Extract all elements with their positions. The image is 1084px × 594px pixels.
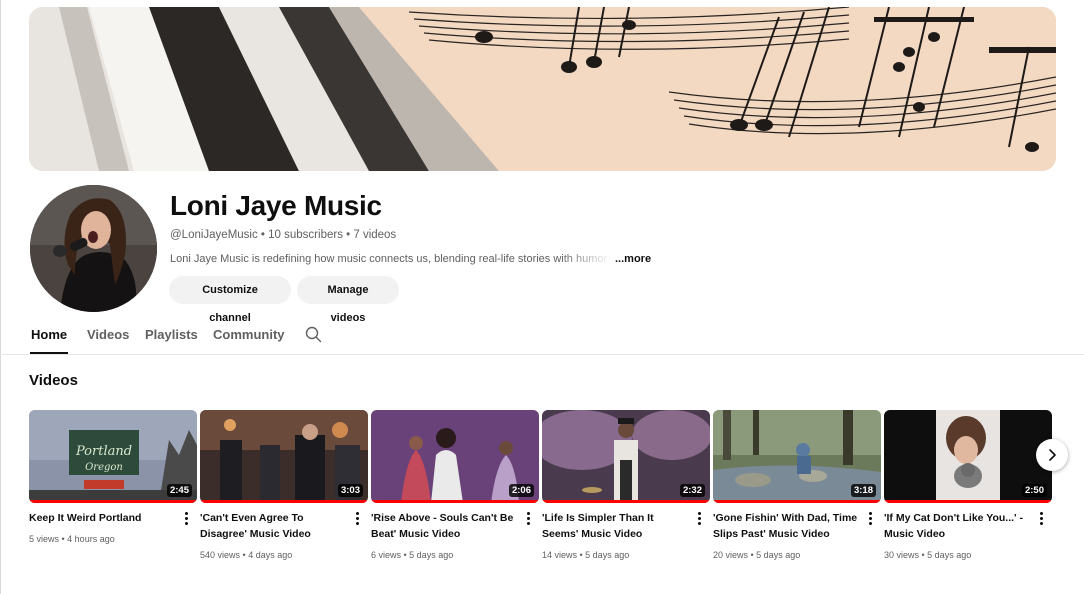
active-tab-indicator <box>30 352 68 354</box>
channel-banner <box>29 7 1056 171</box>
channel-avatar[interactable] <box>30 185 157 312</box>
video-views: 20 views <box>713 550 749 560</box>
next-videos-button[interactable] <box>1036 439 1068 471</box>
video-views: 14 views <box>542 550 578 560</box>
video-age: 5 days ago <box>409 550 454 560</box>
tab-videos[interactable]: Videos <box>87 327 129 342</box>
customize-channel-button[interactable]: Customize channel <box>169 276 291 324</box>
more-vert-icon[interactable] <box>692 510 706 526</box>
svg-text:Oregon: Oregon <box>85 462 123 473</box>
video-thumbnail[interactable]: Portland Oregon 2:45 <box>29 410 197 503</box>
video-card[interactable]: 2:50 'If My Cat Don't Like You...' - Mus… <box>884 410 1052 570</box>
video-duration: 3:18 <box>850 484 876 497</box>
video-meta: 6 views • 5 days ago <box>371 550 454 560</box>
tab-playlists[interactable]: Playlists <box>145 327 198 342</box>
video-age: 4 hours ago <box>67 534 115 544</box>
video-meta: 30 views • 5 days ago <box>884 550 972 560</box>
window-edge <box>0 0 1 594</box>
video-age: 5 days ago <box>585 550 630 560</box>
video-thumbnail[interactable]: 2:06 <box>371 410 539 503</box>
watch-progress-bar <box>200 500 368 503</box>
video-card[interactable]: Portland Oregon 2:45 Keep It Weird Portl… <box>29 410 197 570</box>
video-thumbnail[interactable]: 3:03 <box>200 410 368 503</box>
tab-community[interactable]: Community <box>213 327 285 342</box>
channel-description[interactable]: Loni Jaye Music is redefining how music … <box>170 253 651 265</box>
video-card[interactable]: 3:18 'Gone Fishin' With Dad, Time Slips … <box>713 410 881 570</box>
more-vert-icon[interactable] <box>863 510 877 526</box>
video-meta: 5 views • 4 hours ago <box>29 534 115 544</box>
video-meta: 20 views • 5 days ago <box>713 550 801 560</box>
watch-progress-bar <box>542 500 710 503</box>
video-card[interactable]: 2:32 'Life Is Simpler Than It Seems' Mus… <box>542 410 710 570</box>
video-duration: 2:32 <box>679 484 705 497</box>
watch-progress-bar <box>713 500 881 503</box>
tab-home[interactable]: Home <box>31 327 67 342</box>
more-vert-icon[interactable] <box>179 510 193 526</box>
video-age: 4 days ago <box>248 550 293 560</box>
video-thumbnail[interactable]: 2:50 <box>884 410 1052 503</box>
video-views: 540 views <box>200 550 241 560</box>
video-thumbnail[interactable]: 3:18 <box>713 410 881 503</box>
video-views: 30 views <box>884 550 920 560</box>
video-meta: 14 views • 5 days ago <box>542 550 630 560</box>
search-icon[interactable] <box>305 326 322 343</box>
watch-progress-bar <box>29 500 197 503</box>
manage-videos-button[interactable]: Manage videos <box>297 276 399 324</box>
video-title[interactable]: 'Can't Even Agree To Disagree' Music Vid… <box>200 510 348 542</box>
videos-section-title: Videos <box>29 372 78 389</box>
video-duration: 2:45 <box>166 484 192 497</box>
channel-description-text: Loni Jaye Music is redefining how music … <box>170 253 608 265</box>
more-vert-icon[interactable] <box>521 510 535 526</box>
video-card[interactable]: 2:06 'Rise Above - Souls Can't Be Beat' … <box>371 410 539 570</box>
video-duration: 3:03 <box>337 484 363 497</box>
video-card[interactable]: 3:03 'Can't Even Agree To Disagree' Musi… <box>200 410 368 570</box>
video-title[interactable]: 'If My Cat Don't Like You...' - Music Vi… <box>884 510 1032 542</box>
channel-tabs: Home Videos Playlists Community <box>0 320 1084 355</box>
svg-text:Portland: Portland <box>75 444 132 459</box>
channel-name: Loni Jaye Music <box>170 190 382 221</box>
watch-progress-bar <box>884 500 1052 503</box>
video-duration: 2:06 <box>508 484 534 497</box>
video-title[interactable]: Keep It Weird Portland <box>29 510 177 526</box>
video-thumbnail[interactable]: 2:32 <box>542 410 710 503</box>
watch-progress-bar <box>371 500 539 503</box>
video-views: 6 views <box>371 550 402 560</box>
video-duration: 2:50 <box>1021 484 1047 497</box>
video-age: 5 days ago <box>756 550 801 560</box>
video-title[interactable]: 'Life Is Simpler Than It Seems' Music Vi… <box>542 510 690 542</box>
video-title[interactable]: 'Rise Above - Souls Can't Be Beat' Music… <box>371 510 519 542</box>
video-views: 5 views <box>29 534 60 544</box>
description-more-link[interactable]: ...more <box>615 253 651 265</box>
video-age: 5 days ago <box>927 550 972 560</box>
video-meta: 540 views • 4 days ago <box>200 550 293 560</box>
chevron-right-icon <box>1045 448 1059 462</box>
more-vert-icon[interactable] <box>350 510 364 526</box>
channel-meta: @LoniJayeMusic • 10 subscribers • 7 vide… <box>170 229 397 241</box>
more-vert-icon[interactable] <box>1034 510 1048 526</box>
video-title[interactable]: 'Gone Fishin' With Dad, Time Slips Past'… <box>713 510 861 542</box>
